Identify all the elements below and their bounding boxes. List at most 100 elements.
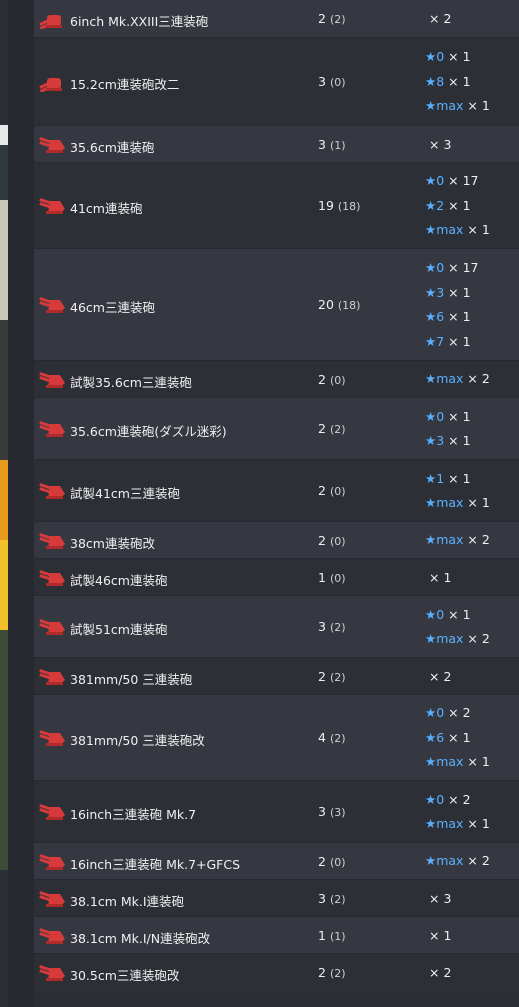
equipment-row[interactable]: 35.6cm連装砲(ダズル迷彩) 2 (2) ★0 × 1 ★3 × 1 (34, 397, 519, 459)
equipment-row[interactable]: 381mm/50 三連装砲 2 (2) × 2 (34, 657, 519, 694)
equipment-row[interactable]: 381mm/50 三連装砲改 4 (2) ★0 × 2 ★6 × 1 ★max × 1 (34, 694, 519, 780)
equipment-table: 6inch Mk.XXIII三連装砲 2 (2) × 2 15.2cm連装砲改二 3 (… (34, 0, 519, 991)
main-gun-large-icon (38, 728, 68, 748)
improvement-level-line: ★max × 1 (425, 94, 490, 119)
equipment-name: 38cm連装砲改 (70, 535, 155, 551)
level-multiplier: × 1 (463, 754, 490, 770)
unequipped-count: (1) (329, 138, 346, 152)
left-panel-bottom (0, 870, 8, 1007)
improvement-level-line: ★0 × 1 (425, 45, 490, 70)
unequipped-count: (2) (329, 892, 346, 906)
left-panel-green (0, 630, 8, 870)
improvement-level-line: ★1 × 1 (425, 467, 490, 492)
equipment-name: 16inch三連装砲 Mk.7+GFCS (70, 856, 241, 872)
level-multiplier: × 2 (444, 791, 471, 807)
total-count: 2 (318, 483, 326, 498)
total-count: 19 (318, 198, 334, 213)
equipment-row[interactable]: 試製46cm連装砲 1 (0) × 1 (34, 558, 519, 595)
star-level: ★7 (425, 333, 445, 349)
equipment-name: 41cm連装砲 (70, 201, 143, 216)
total-count: 2 (318, 965, 326, 980)
improvement-level-line: ★max × 1 (425, 491, 490, 516)
total-count: 4 (318, 730, 326, 745)
level-multiplier: × 1 (463, 495, 490, 510)
main-gun-medium-icon (38, 72, 68, 92)
improvement-level-line: ★2 × 1 (425, 194, 490, 219)
left-panel-light (0, 125, 8, 145)
improvement-level-line: ★max × 2 (425, 849, 490, 874)
equipment-count: 3 (3) (318, 804, 346, 819)
star-level: ★3 (425, 433, 445, 448)
improvement-level-line: ★6 × 1 (425, 305, 479, 330)
left-background-strip (0, 0, 34, 1007)
improvement-levels: ★max × 2 (425, 367, 490, 392)
star-level: ★max (425, 631, 464, 646)
equipment-row[interactable]: 38.1cm Mk.I/N連装砲改 1 (1) × 1 (34, 916, 519, 953)
main-gun-large-icon (38, 481, 68, 501)
total-count: 2 (318, 421, 326, 436)
star-level: ★max (425, 754, 464, 770)
equipment-name: 38.1cm Mk.I/N連装砲改 (70, 930, 211, 946)
level-multiplier: × 1 (444, 433, 471, 448)
equipment-count: 1 (0) (318, 570, 346, 585)
star-level: ★max (425, 98, 464, 114)
star-level: ★8 (425, 73, 445, 89)
unequipped-count: (0) (329, 485, 346, 498)
main-gun-large-icon (38, 617, 68, 637)
equipment-row[interactable]: 6inch Mk.XXIII三連装砲 2 (2) × 2 (34, 0, 519, 37)
total-count: 3 (318, 890, 326, 906)
level-multiplier: × 1 (444, 73, 471, 89)
equipment-name: 30.5cm三連装砲改 (70, 968, 180, 983)
improvement-level-line: ★max × 1 (425, 218, 490, 243)
equipment-count: 19 (18) (318, 198, 360, 213)
quantity-multiplier: × 3 (429, 136, 452, 152)
level-multiplier: × 17 (444, 260, 479, 275)
unequipped-count: (18) (337, 200, 361, 213)
star-level: ★max (425, 222, 464, 238)
main-gun-large-icon (38, 852, 68, 872)
improvement-level-line: ★max × 1 (425, 750, 490, 775)
main-gun-large-icon (38, 926, 68, 946)
improvement-levels: ★1 × 1 ★max × 1 (425, 467, 490, 516)
equipment-name: 381mm/50 三連装砲改 (70, 733, 205, 748)
equipment-row[interactable]: 試製41cm三連装砲 2 (0) ★1 × 1 ★max × 1 (34, 459, 519, 521)
equipment-row[interactable]: 15.2cm連装砲改二 3 (0) ★0 × 1 ★8 × 1 ★max × 1 (34, 37, 519, 125)
star-level: ★6 (425, 309, 445, 324)
main-gun-large-icon (38, 568, 68, 588)
equipment-row[interactable]: 38cm連装砲改 2 (0) ★max × 2 (34, 521, 519, 558)
level-multiplier: × 1 (444, 284, 471, 300)
equipment-row[interactable]: 35.6cm連装砲 3 (1) × 3 (34, 125, 519, 162)
equipment-row[interactable]: 試製35.6cm三連装砲 2 (0) ★max × 2 (34, 360, 519, 397)
equipment-row[interactable]: 41cm連装砲 19 (18) ★0 × 17 ★2 × 1 ★max × 1 (34, 162, 519, 248)
unequipped-count: (2) (329, 670, 346, 684)
main-gun-large-icon (38, 370, 68, 390)
equipment-row[interactable]: 30.5cm三連装砲改 2 (2) × 2 (34, 953, 519, 991)
total-count: 3 (318, 136, 326, 152)
equipment-row[interactable]: 16inch三連装砲 Mk.7+GFCS 2 (0) ★max × 2 (34, 842, 519, 879)
star-level: ★0 (425, 606, 445, 622)
star-level: ★1 (425, 470, 445, 486)
equipment-count: 2 (2) (318, 11, 346, 26)
improvement-levels: ★max × 2 (425, 849, 490, 874)
equipment-name: 46cm三連装砲 (70, 300, 155, 315)
improvement-levels: ★0 × 17 ★2 × 1 ★max × 1 (425, 169, 490, 243)
total-count: 2 (318, 10, 326, 26)
equipment-row[interactable]: 46cm三連装砲 20 (18) ★0 × 17 ★3 × 1 ★6 × 1 ★7 × 1 (34, 248, 519, 360)
improvement-level-line: ★0 × 2 (425, 788, 490, 813)
level-multiplier: × 2 (463, 853, 490, 869)
star-level: ★0 (425, 173, 445, 189)
main-gun-medium-icon (38, 9, 68, 29)
equipment-row[interactable]: 16inch三連装砲 Mk.7 3 (3) ★0 × 2 ★max × 1 (34, 780, 519, 842)
equipment-row[interactable]: 試製51cm連装砲 3 (2) ★0 × 1 ★max × 2 (34, 595, 519, 657)
total-count: 1 (318, 927, 326, 943)
left-panel-gray (0, 320, 8, 460)
quantity-multiplier: × 2 (429, 10, 452, 26)
level-multiplier: × 1 (444, 309, 471, 324)
equipment-name: 38.1cm Mk.I連装砲 (70, 893, 185, 909)
equipment-row[interactable]: 38.1cm Mk.I連装砲 3 (2) × 3 (34, 879, 519, 916)
main-gun-large-icon (38, 419, 68, 439)
equipment-name: 試製46cm連装砲 (70, 572, 168, 588)
main-gun-large-icon (38, 963, 68, 983)
equipment-count: 2 (0) (318, 533, 346, 548)
main-gun-large-icon (38, 667, 68, 687)
